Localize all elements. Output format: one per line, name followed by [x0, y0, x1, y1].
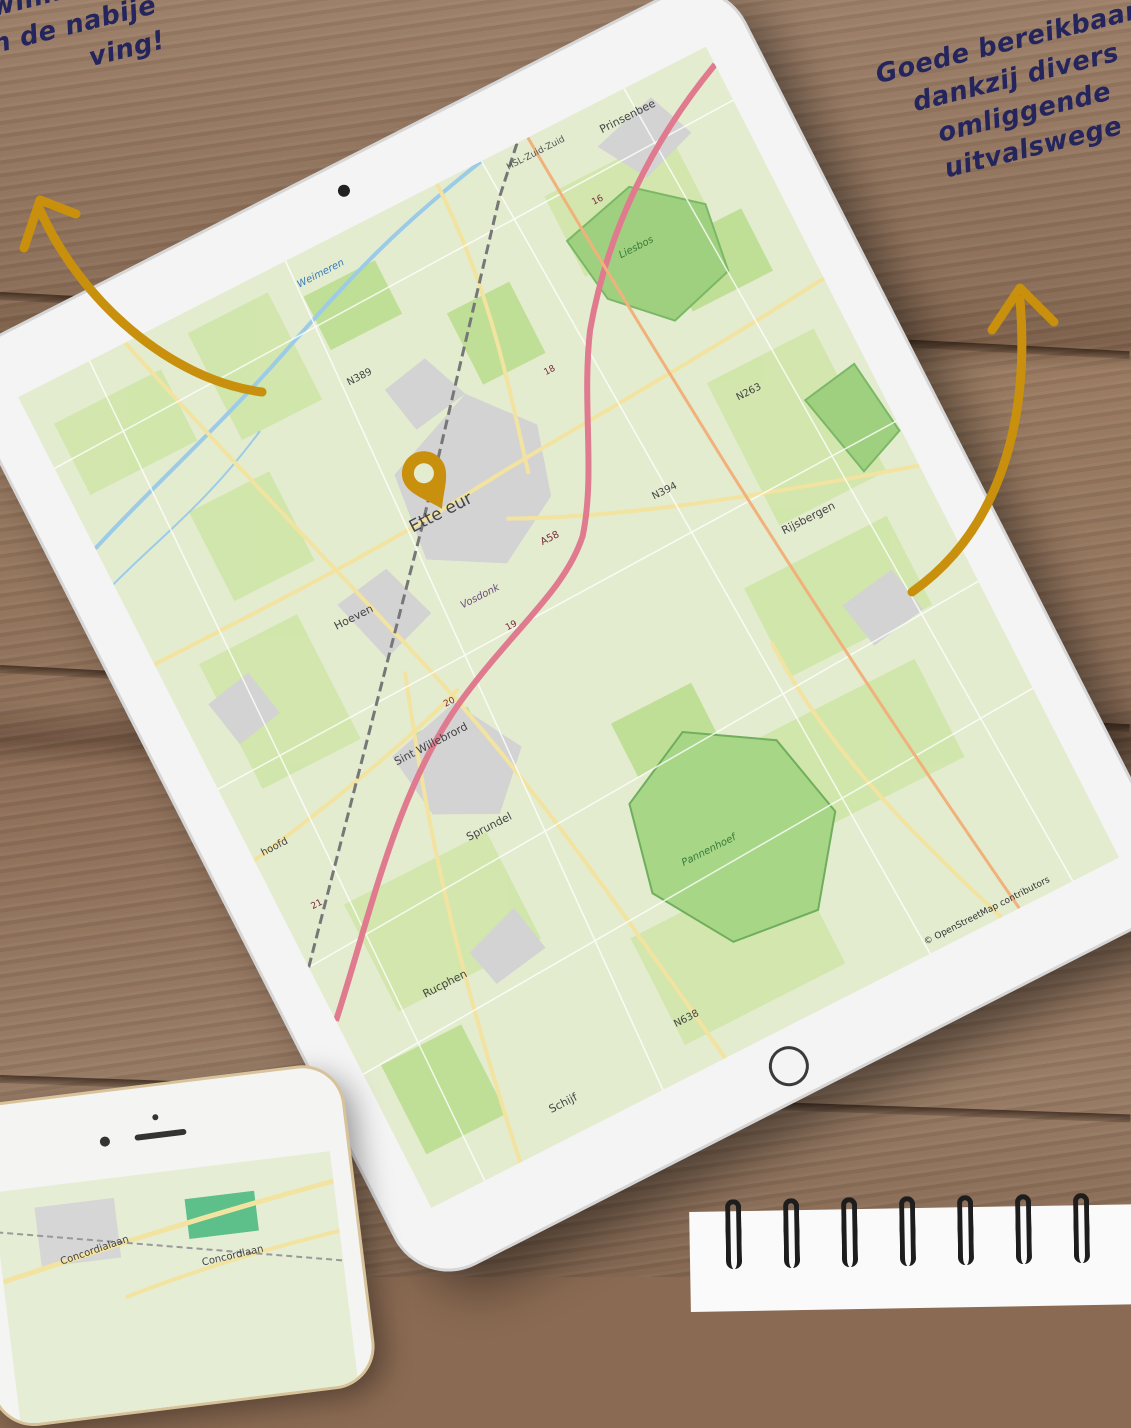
ring-icon — [1014, 1194, 1033, 1265]
ring-icon — [840, 1197, 859, 1268]
ring-icon — [782, 1198, 801, 1269]
ring-icon — [1072, 1193, 1091, 1264]
notebook — [689, 1193, 1131, 1313]
arrow-right-icon — [907, 295, 1027, 597]
sensor-icon — [151, 1113, 159, 1121]
phone-device: Concordialaan Concordlaan — [0, 1063, 377, 1428]
speaker-icon — [134, 1128, 187, 1141]
ring-icon — [956, 1195, 975, 1266]
arrow-left-icon — [35, 205, 267, 397]
ring-icon — [898, 1196, 917, 1267]
phone-map-screen[interactable]: Concordialaan Concordlaan — [0, 1151, 360, 1428]
phone-map-canvas: Concordialaan Concordlaan — [0, 1151, 360, 1428]
ring-icon — [724, 1199, 743, 1270]
camera-icon — [99, 1136, 111, 1148]
